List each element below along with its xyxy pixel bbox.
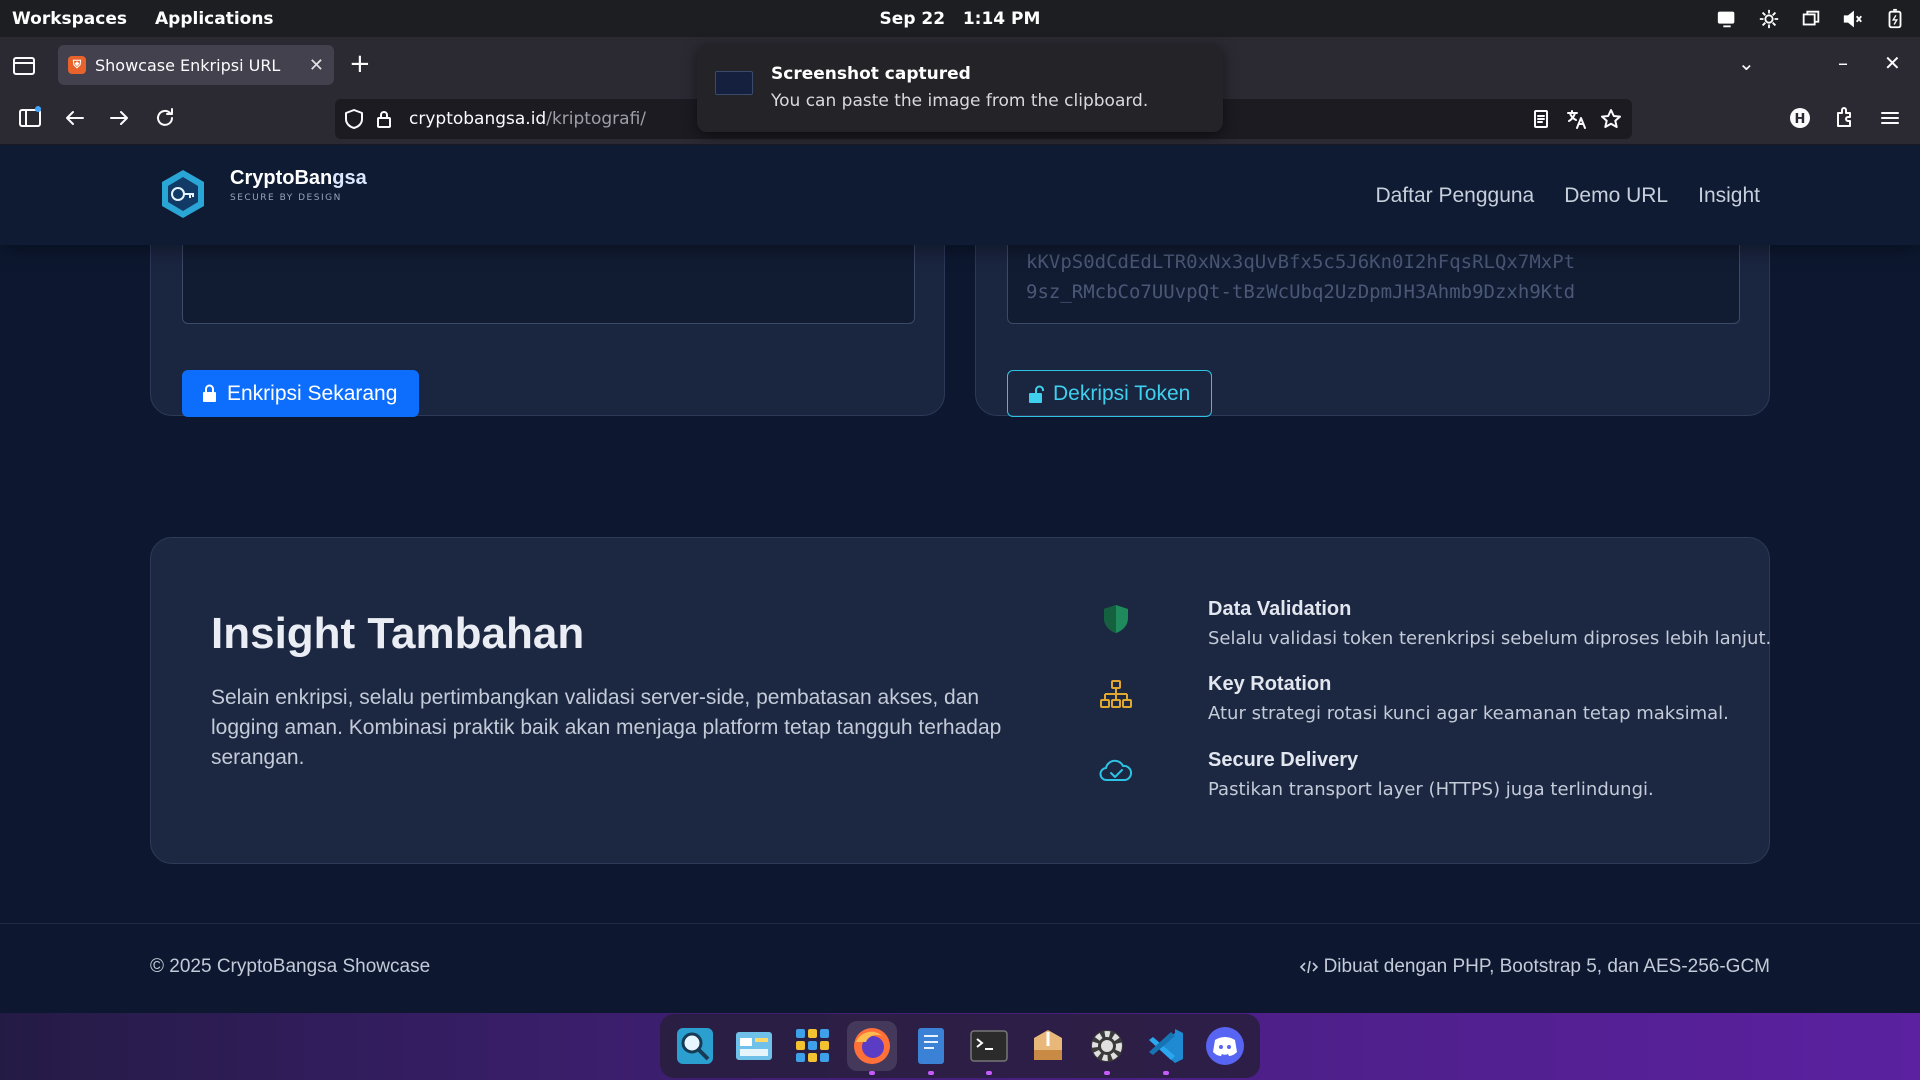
url-path: /kriptografi/ [546,109,647,129]
extensions-icon[interactable] [1832,105,1858,131]
feature-title: Data Validation [1208,598,1352,620]
reload-icon[interactable] [152,105,178,131]
notification-title: Screenshot captured [771,64,971,84]
brand[interactable]: CryptoBangsa SECURE BY DESIGN [230,167,367,203]
terminal-icon[interactable] [964,1021,1014,1075]
screenshot-notification[interactable]: Screenshot captured You can paste the im… [697,44,1223,132]
back-icon[interactable] [62,105,88,131]
insight-description: Selain enkripsi, selalu pertimbangkan va… [211,686,1002,769]
cloud-check-icon [1099,759,1133,781]
app-grid-icon[interactable] [788,1021,838,1071]
gear-icon[interactable] [1758,8,1780,30]
minimize-icon[interactable]: – [1838,51,1848,75]
feature-key-rotation: Key Rotation Atur strategi rotasi kunci … [1098,673,1729,724]
encrypt-button-label: Enkripsi Sekarang [227,381,398,405]
brand-name-part-b: gsa [332,167,367,189]
shield-icon [1104,605,1128,633]
bookmark-star-icon[interactable] [1600,108,1622,130]
reader-view-icon[interactable] [1530,108,1552,130]
code-icon [1299,960,1318,974]
feature-secure-delivery: Secure Delivery Pastikan transport layer… [1098,749,1718,800]
files-app-icon[interactable] [729,1021,779,1071]
insight-section: Insight Tambahan Selain enkripsi, selalu… [150,537,1771,864]
url-domain: cryptobangsa.id [409,109,547,129]
decrypt-button[interactable]: Dekripsi Token [1007,370,1212,417]
web-page: CryptoBangsa SECURE BY DESIGN Daftar Pen… [0,145,1920,1013]
feature-data-validation: Data Validation Selalu validasi token te… [1098,598,1771,649]
text-editor-icon[interactable] [906,1021,956,1075]
applications-menu[interactable]: Applications [155,9,274,29]
tab-close-icon[interactable]: ✕ [309,55,324,76]
firefox-icon[interactable] [846,1021,897,1075]
brand-tagline: SECURE BY DESIGN [230,193,342,203]
sidebar-icon[interactable] [17,105,43,131]
discord-icon[interactable] [1200,1021,1250,1071]
footer-built-with: Dibuat dengan PHP, Bootstrap 5, dan AES-… [1299,956,1770,978]
clock: Sep 22 1:14 PM [0,9,1920,29]
vscode-icon[interactable] [1141,1021,1191,1075]
battery-icon[interactable] [1884,8,1906,30]
feature-title: Secure Delivery [1208,749,1359,771]
plaintext-input[interactable] [182,238,915,324]
archive-app-icon[interactable] [1023,1021,1073,1071]
feature-desc: Pastikan transport layer (HTTPS) juga te… [1208,779,1654,800]
tab-title: Showcase Enkripsi URL [95,55,281,75]
system-top-bar: Workspaces Applications Sep 22 1:14 PM [0,0,1920,37]
token-input[interactable]: kKVpS0dCdEdLTR0xNx3qUvBfx5c5J6Kn0I2hFqsR… [1007,238,1740,324]
display-icon[interactable] [1716,8,1738,30]
clock-date[interactable]: Sep 22 [880,9,946,29]
feature-desc: Atur strategi rotasi kunci agar keamanan… [1208,703,1729,724]
close-window-icon[interactable]: ✕ [1884,51,1901,75]
volume-muted-icon[interactable] [1842,8,1864,30]
unlock-icon [1029,385,1044,403]
tab-list-chevron-icon[interactable]: ⌄ [1738,51,1755,75]
site-footer: © 2025 CryptoBangsa Showcase Dibuat deng… [0,923,1920,1013]
brand-name: CryptoBangsa [230,167,367,190]
translate-icon[interactable] [1565,108,1587,130]
svg-text:H: H [1795,112,1806,127]
site-favicon-icon: ⛨ [68,56,86,74]
token-line-2: 9sz_RMcbCo7UUvpQt-tBzWcUbq2UzDpmJH3Ahmb9… [1026,281,1576,303]
search-app-icon[interactable] [670,1021,720,1071]
hamburger-menu-icon[interactable] [1877,105,1903,131]
footer-copyright: © 2025 CryptoBangsa Showcase [150,956,431,977]
dock [660,1014,1260,1078]
tab-overview-icon[interactable] [12,54,36,76]
nav-demo-url[interactable]: Demo URL [1564,184,1668,208]
settings-app-icon[interactable] [1082,1021,1132,1075]
brand-name-part-a: CryptoBan [230,167,333,189]
encrypt-button[interactable]: Enkripsi Sekarang [182,370,419,417]
clock-time[interactable]: 1:14 PM [963,9,1041,29]
workspaces-menu[interactable]: Workspaces [12,9,127,29]
token-preview: kKVpS0dCdEdLTR0xNx3qUvBfx5c5J6Kn0I2hFqsR… [1008,239,1739,315]
nav-daftar-pengguna[interactable]: Daftar Pengguna [1375,184,1534,208]
tracking-shield-icon[interactable] [343,108,365,130]
window-icon[interactable] [1800,8,1822,30]
token-line-1: kKVpS0dCdEdLTR0xNx3qUvBfx5c5J6Kn0I2hFqsR… [1026,251,1576,273]
browser-tab[interactable]: ⛨ Showcase Enkripsi URL ✕ [58,45,334,85]
decrypt-button-label: Dekripsi Token [1053,381,1191,405]
account-avatar-icon[interactable]: H [1787,105,1813,131]
cryptobangsa-logo-icon[interactable] [157,168,209,220]
lock-icon [203,384,216,402]
lock-icon[interactable] [373,108,395,130]
screenshot-thumbnail [715,71,753,95]
new-tab-button[interactable]: + [349,51,371,77]
nav-insight[interactable]: Insight [1698,184,1760,208]
feature-desc: Selalu validasi token terenkripsi sebelu… [1208,628,1772,649]
notification-body: You can paste the image from the clipboa… [771,91,1149,111]
hierarchy-icon [1100,680,1132,708]
forward-icon[interactable] [106,105,132,131]
feature-title: Key Rotation [1208,673,1332,695]
site-header: CryptoBangsa SECURE BY DESIGN Daftar Pen… [0,145,1920,245]
footer-built-text: Dibuat dengan PHP, Bootstrap 5, dan AES-… [1323,956,1770,977]
site-nav: Daftar Pengguna Demo URL Insight [1375,184,1760,208]
insight-title: Insight Tambahan [211,609,585,658]
